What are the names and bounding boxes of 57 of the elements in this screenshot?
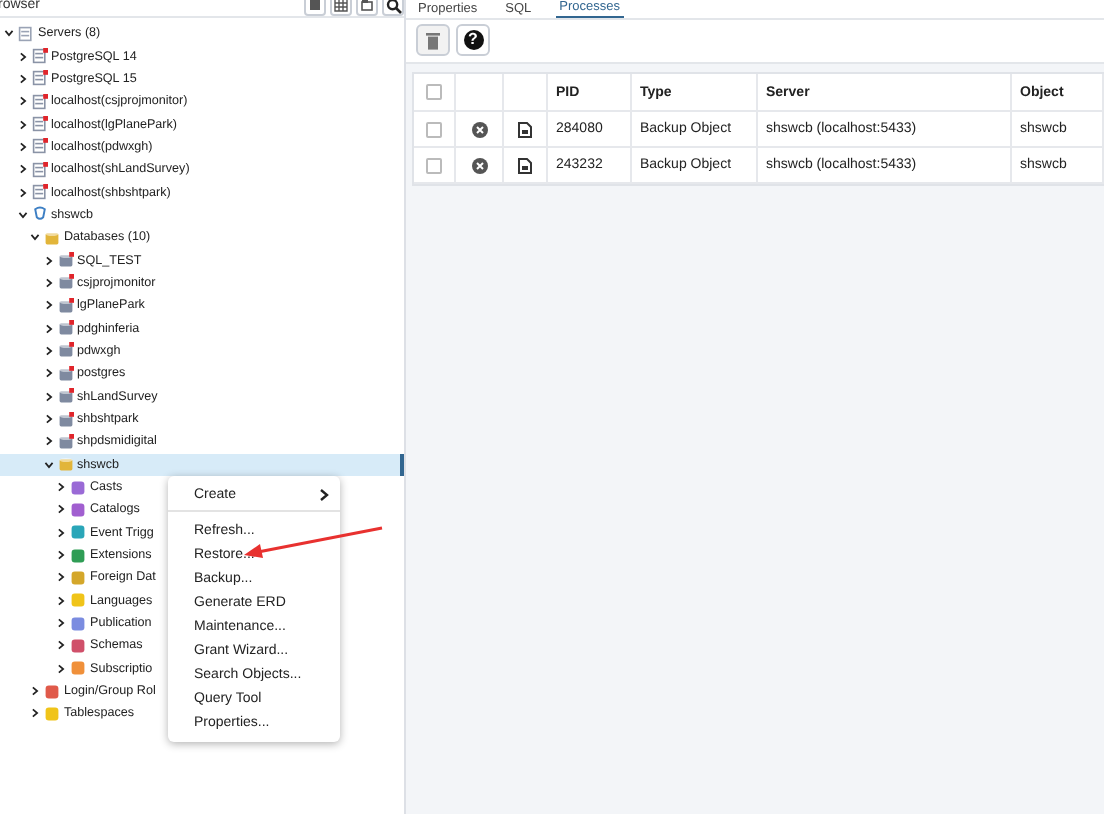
server-icon xyxy=(31,206,47,223)
chevron-right-icon[interactable] xyxy=(56,663,66,674)
chevron-right-icon[interactable] xyxy=(43,345,53,356)
chevron-right-icon[interactable] xyxy=(56,504,66,515)
chevron-right-icon[interactable] xyxy=(30,708,40,719)
chevron-right-icon[interactable] xyxy=(17,141,27,152)
chevron-right-icon[interactable] xyxy=(30,686,40,697)
chevron-right-icon[interactable] xyxy=(56,595,66,606)
table-icon xyxy=(360,0,374,12)
grid-icon xyxy=(334,0,348,12)
chevron-right-icon[interactable] xyxy=(43,414,53,425)
server-group-icon xyxy=(18,25,34,42)
server-icon xyxy=(31,161,47,178)
row-checkbox[interactable] xyxy=(426,121,442,137)
chevron-right-icon[interactable] xyxy=(56,640,66,651)
cancel-icon[interactable] xyxy=(471,157,487,173)
chevron-right-icon[interactable] xyxy=(43,255,53,266)
cancel-icon[interactable] xyxy=(471,121,487,137)
grid-button[interactable] xyxy=(330,0,352,15)
chevron-down-icon[interactable] xyxy=(30,232,40,243)
chevron-right-icon[interactable] xyxy=(56,527,66,538)
chevron-down-icon[interactable] xyxy=(17,209,27,220)
chevron-right-icon[interactable] xyxy=(17,119,27,130)
chevron-down-icon[interactable] xyxy=(4,28,14,39)
chevron-right-icon[interactable] xyxy=(17,51,27,62)
server-icon xyxy=(31,70,47,87)
chevron-right-icon[interactable] xyxy=(43,323,53,334)
chevron-right-icon[interactable] xyxy=(43,391,53,402)
document-icon[interactable] xyxy=(518,121,532,137)
chevron-right-icon[interactable] xyxy=(43,436,53,447)
search-icon xyxy=(385,0,401,13)
chevron-right-icon[interactable] xyxy=(56,482,66,493)
chevron-right-icon[interactable] xyxy=(17,164,27,175)
chevron-right-icon[interactable] xyxy=(17,73,27,84)
chevron-down-icon[interactable] xyxy=(43,459,53,470)
server-icon xyxy=(31,184,47,201)
row-checkbox[interactable] xyxy=(426,157,442,173)
trash-icon xyxy=(426,31,440,49)
chevron-right-icon[interactable] xyxy=(17,96,27,107)
chevron-right-icon[interactable] xyxy=(43,300,53,311)
server-icon xyxy=(31,93,47,110)
query-button[interactable] xyxy=(356,0,378,15)
select-all-checkbox[interactable] xyxy=(426,84,442,100)
chevron-right-icon[interactable] xyxy=(43,277,53,288)
server-icon xyxy=(31,138,47,155)
search-button[interactable] xyxy=(382,0,404,15)
chevron-right-icon[interactable] xyxy=(43,368,53,379)
server-icon xyxy=(31,48,47,65)
server-icon xyxy=(31,116,47,133)
chevron-right-icon[interactable] xyxy=(56,572,66,583)
object-explorer-button[interactable] xyxy=(304,0,326,15)
help-icon: ? xyxy=(463,30,483,50)
document-icon[interactable] xyxy=(518,157,532,173)
help-button[interactable]: ? xyxy=(456,24,490,56)
chevron-right-icon[interactable] xyxy=(17,187,27,198)
chevron-right-icon[interactable] xyxy=(56,618,66,629)
chevron-right-icon[interactable] xyxy=(56,550,66,561)
